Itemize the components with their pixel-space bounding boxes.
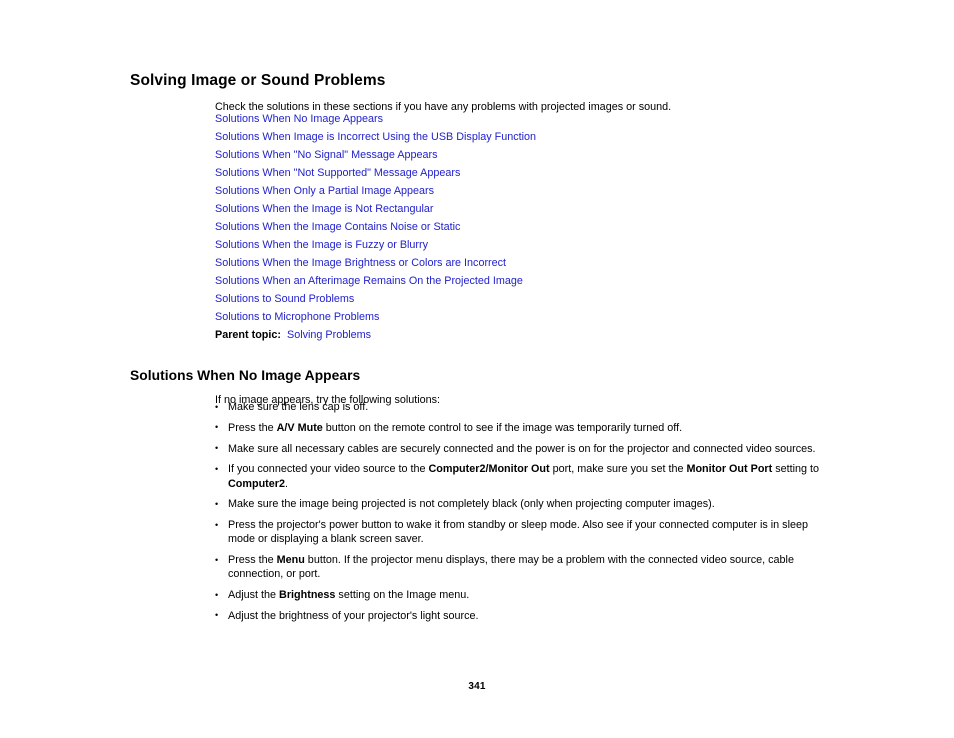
topic-link[interactable]: Solutions When the Image Brightness or C… [215, 257, 506, 269]
topic-link-row: Solutions When Only a Partial Image Appe… [215, 182, 915, 200]
bullet-text: button. If the projector menu displays, … [228, 554, 794, 581]
document-page: Solving Image or Sound Problems Check th… [0, 0, 954, 738]
topic-link-row: Solutions When an Afterimage Remains On … [215, 272, 915, 290]
topic-link-row: Solutions to Sound Problems [215, 290, 915, 308]
solution-bullet: Press the A/V Mute button on the remote … [215, 420, 827, 435]
topic-link[interactable]: Solutions When the Image Contains Noise … [215, 221, 460, 233]
topic-link[interactable]: Solutions When No Image Appears [215, 113, 383, 125]
solution-bullet: Make sure the image being projected is n… [215, 497, 827, 511]
page-number: 341 [468, 681, 486, 692]
topic-link[interactable]: Solutions When "No Signal" Message Appea… [215, 149, 438, 161]
bullet-text: . [285, 477, 288, 490]
parent-topic: Parent topic: Solving Problems [215, 328, 371, 343]
solution-bullet: Press the projector's power button to wa… [215, 518, 827, 546]
topic-link-row: Solutions When the Image is Fuzzy or Blu… [215, 236, 915, 254]
bullet-emphasis: Menu [276, 554, 305, 567]
bullet-emphasis: A/V Mute [276, 421, 323, 434]
bullet-text: If you connected your video source to th… [228, 463, 429, 476]
bullet-text: button on the remote control to see if t… [322, 421, 683, 434]
bullet-emphasis: Monitor Out Port [686, 463, 773, 476]
topic-link[interactable]: Solutions to Microphone Problems [215, 311, 379, 323]
topic-link[interactable]: Solutions to Sound Problems [215, 293, 354, 305]
topic-link-row: Solutions to Microphone Problems [215, 308, 915, 326]
bullet-emphasis: Brightness [279, 589, 336, 602]
bullet-text: Press the projector's power button to wa… [228, 519, 808, 546]
topic-link-row: Solutions When "Not Supported" Message A… [215, 164, 915, 182]
solution-bullet: Make sure the lens cap is off. [215, 399, 827, 414]
topic-link-row: Solutions When the Image is Not Rectangu… [215, 200, 915, 218]
topic-link[interactable]: Solutions When Image is Incorrect Using … [215, 131, 536, 143]
topic-link[interactable]: Solutions When Only a Partial Image Appe… [215, 185, 434, 197]
page-title: Solving Image or Sound Problems [130, 72, 386, 90]
solution-bullet: If you connected your video source to th… [215, 462, 827, 490]
topic-link-row: Solutions When the Image Brightness or C… [215, 254, 915, 272]
solution-bullet: Adjust the brightness of your projector'… [215, 608, 827, 623]
topic-link[interactable]: Solutions When an Afterimage Remains On … [215, 275, 523, 287]
topic-link[interactable]: Solutions When "Not Supported" Message A… [215, 167, 460, 179]
parent-topic-link[interactable]: Solving Problems [287, 329, 371, 341]
bullet-text: Adjust the [228, 589, 280, 602]
bullet-text: Press the [228, 554, 277, 567]
topic-link-row: Solutions When Image is Incorrect Using … [215, 128, 915, 146]
parent-topic-label: Parent topic: [215, 329, 281, 341]
bullet-text: port, make sure you set the [549, 463, 687, 476]
solution-bullet: Press the Menu button. If the projector … [215, 553, 827, 581]
solutions-bullet-list: Make sure the lens cap is off. Press the … [215, 399, 827, 630]
topic-link[interactable]: Solutions When the Image is Not Rectangu… [215, 203, 433, 215]
bullet-text: Make sure the image being projected is n… [228, 498, 715, 511]
bullet-text: Make sure the lens cap is off. [228, 401, 369, 413]
bullet-text: Make sure all necessary cables are secur… [228, 442, 816, 455]
topic-link-row: Solutions When "No Signal" Message Appea… [215, 146, 915, 164]
solution-bullet: Adjust the Brightness setting on the Ima… [215, 588, 827, 602]
bullet-text: setting to [772, 463, 820, 476]
topic-link-list: Solutions When No Image Appears Solutions… [215, 110, 915, 326]
topic-link-row: Solutions When No Image Appears [215, 110, 915, 128]
section-two-heading: Solutions When No Image Appears [130, 368, 361, 384]
bullet-text: Adjust the brightness of your projector'… [228, 609, 479, 622]
bullet-emphasis: Computer2/Monitor Out [428, 463, 550, 476]
topic-link-row: Solutions When the Image Contains Noise … [215, 218, 915, 236]
topic-link[interactable]: Solutions When the Image is Fuzzy or Blu… [215, 239, 428, 251]
bullet-emphasis: Computer2 [228, 477, 285, 490]
bullet-text: Press the [228, 421, 277, 434]
bullet-text: setting on the Image menu. [335, 589, 470, 602]
solution-bullet: Make sure all necessary cables are secur… [215, 441, 827, 456]
